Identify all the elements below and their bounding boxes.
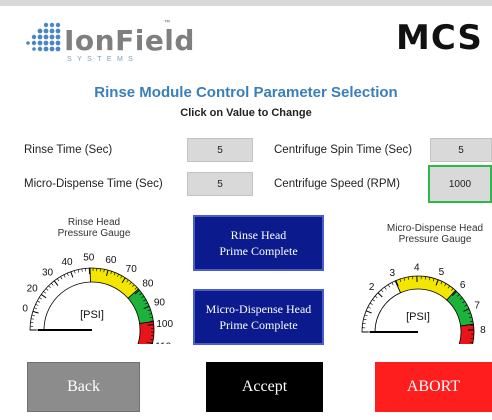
- gauge-tick: [147, 324, 154, 326]
- rinse-head-prime-button[interactable]: Rinse Head Prime Complete: [193, 215, 324, 271]
- centrifuge-spin-time-label: Centrifuge Spin Time (Sec): [274, 144, 413, 156]
- gauge-tick-label: 40: [61, 257, 73, 268]
- micro-dispense-pressure-gauge: 0123456789[PSI]: [360, 263, 486, 344]
- rinse-pressure-gauge: 0102030405060708090100110120[PSI]: [22, 253, 174, 344]
- rinse-gauge-title-line1: Rinse Head: [67, 217, 121, 228]
- micro-prime-line1: Micro-Dispense Head: [205, 302, 312, 316]
- gauge-tick-label: 2: [369, 282, 375, 293]
- rinse-gauge-title-line2: Pressure Gauge: [57, 228, 131, 239]
- gauge-tick-label: 20: [27, 284, 39, 295]
- gauge-tick-label: 4: [414, 263, 420, 274]
- back-button[interactable]: Back: [27, 362, 140, 412]
- rinse-prime-line1: Rinse Head: [230, 228, 287, 242]
- micro-prime-line2: Prime Complete: [219, 318, 298, 332]
- rinse-module-screen: IonField ™ SYSTEMS MCS Rinse Module Cont…: [0, 0, 492, 420]
- micro-gauge-title: Micro-Dispense Head Pressure Gauge: [378, 223, 492, 245]
- gauge-tick-label: 70: [126, 264, 138, 275]
- gauge-tick-label: 8: [480, 325, 486, 336]
- gauge-unit-label: [PSI]: [406, 311, 430, 323]
- rinse-time-value[interactable]: 5: [187, 138, 253, 162]
- abort-button[interactable]: ABORT: [375, 362, 492, 412]
- micro-gauge-title-line1: Micro-Dispense Head: [386, 223, 484, 234]
- micro-gauge-title-line2: Pressure Gauge: [398, 234, 472, 245]
- top-bar: [0, 0, 492, 6]
- gauge-tick-label: 100: [156, 319, 173, 330]
- micro-dispense-prime-button[interactable]: Micro-Dispense Head Prime Complete: [193, 289, 324, 345]
- gauge-tick-label: 90: [154, 298, 166, 309]
- logo-name: IonField: [64, 24, 195, 57]
- gauge-band-white: [361, 280, 402, 333]
- gauge-tick-label: 80: [142, 279, 154, 290]
- gauge-tick-label: 5: [439, 267, 445, 278]
- micro-dispense-time-value[interactable]: 5: [187, 172, 253, 196]
- brand-mcs: MCS: [396, 18, 483, 58]
- gauge-tick-label: 3: [389, 268, 395, 279]
- logo-dots-icon: [26, 22, 61, 52]
- gauge-tick-label: 6: [460, 280, 466, 291]
- rinse-prime-line2: Prime Complete: [219, 244, 298, 258]
- page-subtitle: Click on Value to Change: [180, 107, 312, 119]
- centrifuge-speed-value[interactable]: 1000: [428, 165, 492, 203]
- gauge-tick-label: 110: [155, 341, 171, 344]
- centrifuge-speed-label: Centrifuge Speed (RPM): [274, 178, 400, 190]
- accept-button[interactable]: Accept: [206, 362, 323, 412]
- centrifuge-spin-time-value[interactable]: 5: [430, 138, 492, 162]
- rinse-time-label: Rinse Time (Sec): [24, 144, 113, 156]
- logo-subtitle: SYSTEMS: [67, 56, 139, 63]
- micro-dispense-time-label: Micro-Dispense Time (Sec): [24, 178, 163, 190]
- gauge-band-green: [446, 289, 474, 327]
- gauge-tick-label: 10: [22, 304, 28, 315]
- ionfield-logo: IonField ™ SYSTEMS: [24, 18, 194, 68]
- page-title: Rinse Module Control Parameter Selection: [94, 84, 398, 101]
- gauge-unit-label: [PSI]: [80, 309, 104, 321]
- logo-trademark: ™: [164, 20, 170, 26]
- rinse-gauge-title: Rinse Head Pressure Gauge: [30, 217, 158, 239]
- gauge-tick-label: 60: [105, 255, 117, 266]
- gauge-tick-label: 7: [474, 301, 480, 312]
- gauge-tick-label: 30: [42, 268, 54, 279]
- gauge-tick-label: 50: [83, 253, 95, 264]
- gauge-tick-label: 1: [360, 303, 361, 314]
